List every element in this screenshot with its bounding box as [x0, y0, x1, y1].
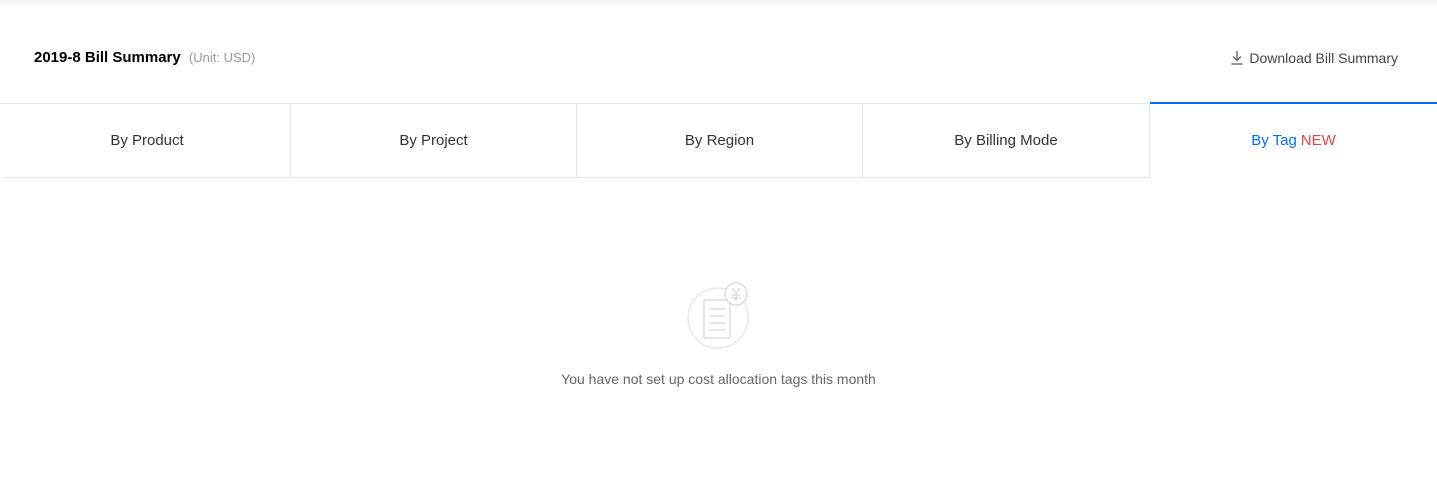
top-shadow: [0, 0, 1437, 8]
page-title: 2019-8 Bill Summary (Unit: USD): [34, 48, 255, 68]
bill-summary-header: 2019-8 Bill Summary (Unit: USD) Download…: [0, 8, 1437, 104]
download-icon: [1230, 50, 1244, 66]
tab-by-project[interactable]: By Project: [291, 104, 577, 178]
new-badge: NEW: [1300, 132, 1336, 149]
summary-tabs: By Product By Project By Region By Billi…: [4, 102, 1437, 178]
bill-yen-icon: [687, 278, 753, 350]
download-bill-summary-label: Download Bill Summary: [1249, 50, 1398, 66]
tab-by-billing-mode[interactable]: By Billing Mode: [863, 104, 1150, 178]
tab-by-region[interactable]: By Region: [577, 104, 863, 178]
tab-label: By Project: [399, 132, 468, 149]
tab-label: By Tag: [1251, 132, 1297, 149]
tab-label: By Billing Mode: [954, 132, 1058, 149]
tab-by-tag[interactable]: By Tag NEW: [1150, 102, 1437, 178]
download-bill-summary-button[interactable]: Download Bill Summary: [1230, 48, 1398, 68]
tab-label: By Region: [684, 132, 755, 149]
empty-state-message: You have not set up cost allocation tags…: [561, 371, 876, 387]
bill-summary-page: 2019-8 Bill Summary (Unit: USD) Download…: [0, 0, 1437, 486]
tab-by-product[interactable]: By Product: [4, 104, 291, 178]
unit-label: (Unit: USD): [188, 50, 256, 65]
tab-label: By Product: [110, 132, 184, 149]
page-title-text: 2019-8 Bill Summary: [34, 49, 181, 66]
